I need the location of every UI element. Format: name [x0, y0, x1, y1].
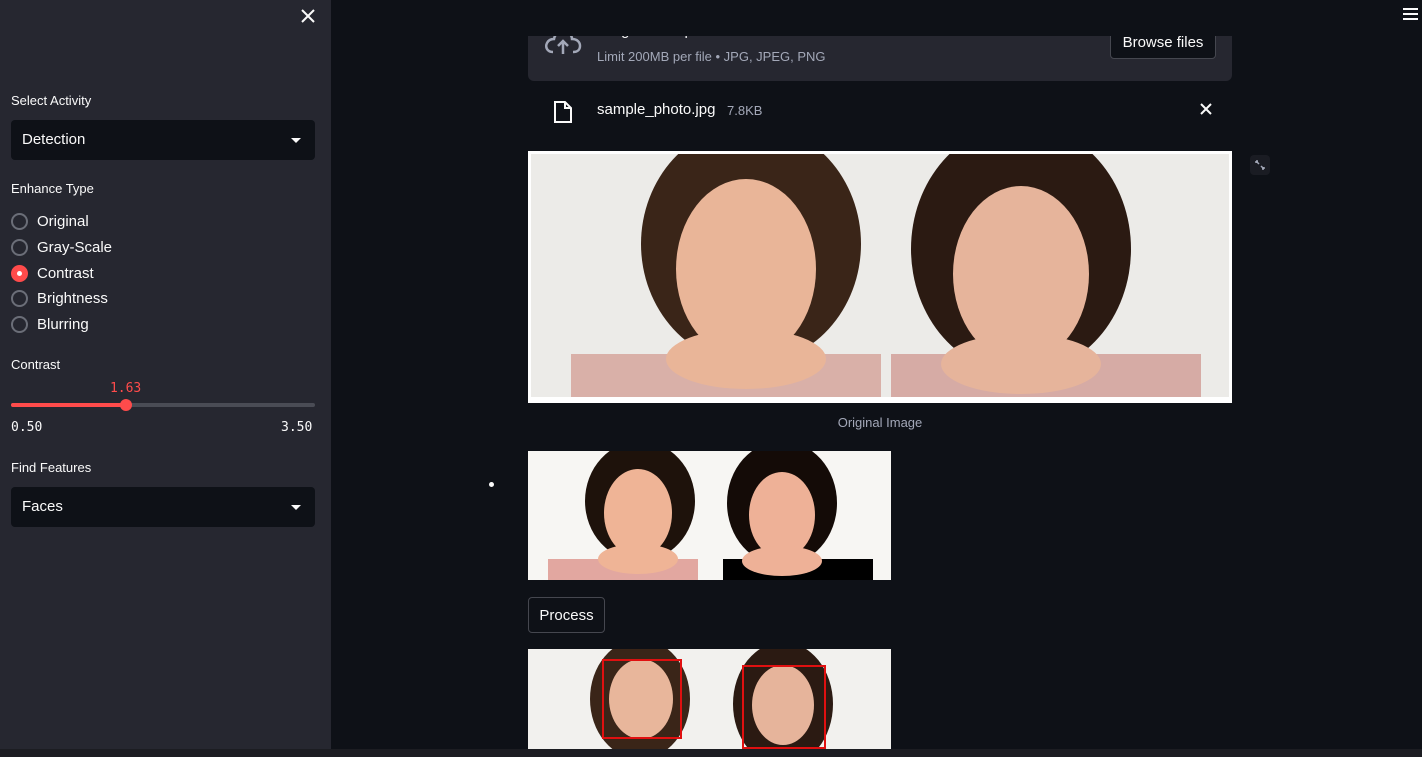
list-bullet	[489, 482, 494, 487]
contrast-min: 0.50	[11, 420, 43, 435]
fullscreen-expand-icon[interactable]	[1250, 155, 1270, 175]
radio-circle	[11, 315, 28, 333]
radio-circle	[11, 289, 28, 307]
enhanced-image-picture	[528, 441, 891, 580]
slider-fill	[11, 403, 126, 407]
original-image-caption: Original Image	[837, 415, 923, 430]
contrast-label: Contrast	[11, 357, 61, 372]
radio-contrast[interactable]: Contrast	[11, 262, 94, 284]
original-image	[528, 124, 1232, 403]
uploaded-file-row: sample_photo.jpg 7.8KB	[528, 90, 1232, 132]
radio-circle	[11, 212, 28, 230]
original-image-picture	[531, 124, 1229, 397]
detection-result-image	[528, 649, 891, 749]
face-detection-box	[602, 659, 682, 739]
radio-label: Brightness	[37, 289, 108, 307]
process-button[interactable]: Process	[528, 597, 605, 633]
close-sidebar-icon[interactable]	[298, 6, 318, 26]
radio-original[interactable]: Original	[11, 210, 89, 232]
contrast-max: 3.50	[281, 420, 313, 435]
enhance-type-label: Enhance Type	[11, 181, 94, 196]
radio-blurring[interactable]: Blurring	[11, 313, 89, 335]
face-detection-box	[742, 665, 826, 749]
remove-file-icon[interactable]	[1198, 101, 1214, 117]
features-select-value: Faces	[22, 498, 63, 515]
upload-limit-text: Limit 200MB per file • JPG, JPEG, PNG	[597, 49, 826, 64]
radio-label: Blurring	[37, 315, 89, 333]
activity-select-value: Detection	[22, 131, 86, 148]
find-features-label: Find Features	[11, 460, 92, 475]
radio-label: Original	[37, 212, 89, 230]
radio-gray-scale[interactable]: Gray-Scale	[11, 236, 112, 258]
radio-label: Contrast	[37, 264, 94, 282]
contrast-slider[interactable]	[11, 399, 315, 411]
enhanced-image	[528, 441, 891, 580]
radio-brightness[interactable]: Brightness	[11, 287, 108, 309]
taskbar	[0, 749, 1422, 757]
activity-select[interactable]: Detection	[11, 120, 315, 160]
hamburger-menu-icon[interactable]	[1403, 8, 1418, 22]
sidebar: Select Activity Detection Enhance Type O…	[0, 0, 331, 749]
features-select[interactable]: Faces	[11, 487, 315, 527]
app-header	[331, 0, 1422, 36]
file-size: 7.8KB	[727, 103, 763, 118]
radio-circle-selected	[11, 264, 28, 282]
slider-thumb[interactable]	[119, 399, 132, 411]
contrast-slider-value: 1.63	[109, 381, 142, 396]
detection-result-picture	[528, 649, 891, 749]
chevron-down-icon	[291, 505, 301, 510]
chevron-down-icon	[291, 138, 301, 143]
radio-label: Gray-Scale	[37, 238, 113, 256]
select-activity-label: Select Activity	[11, 93, 92, 108]
radio-circle	[11, 238, 28, 256]
file-icon	[554, 101, 572, 123]
file-name: sample_photo.jpg	[597, 101, 716, 118]
